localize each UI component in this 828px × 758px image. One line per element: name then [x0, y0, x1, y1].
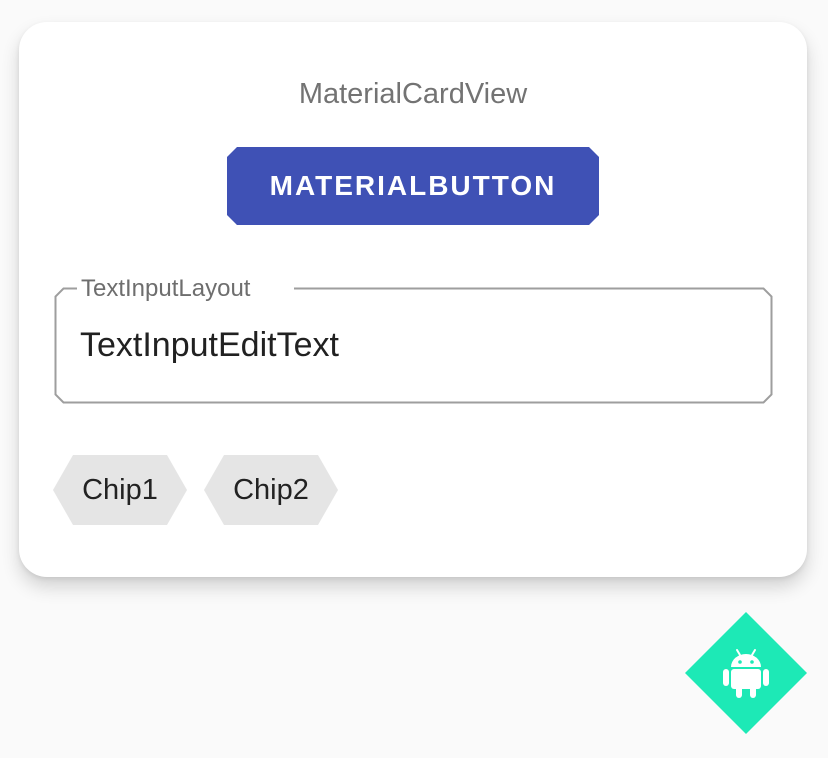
- material-card-view: MaterialCardView MATERIALBUTTON TextInpu…: [19, 22, 807, 577]
- text-input-edit-text[interactable]: [80, 325, 750, 365]
- chip-1[interactable]: Chip1: [53, 455, 187, 525]
- android-icon: [723, 649, 769, 698]
- text-input-label: TextInputLayout: [77, 277, 257, 301]
- material-button[interactable]: MATERIALBUTTON: [227, 147, 599, 225]
- chip-2[interactable]: Chip2: [204, 455, 338, 525]
- card-title: MaterialCardView: [298, 78, 528, 110]
- floating-action-button[interactable]: [685, 612, 807, 734]
